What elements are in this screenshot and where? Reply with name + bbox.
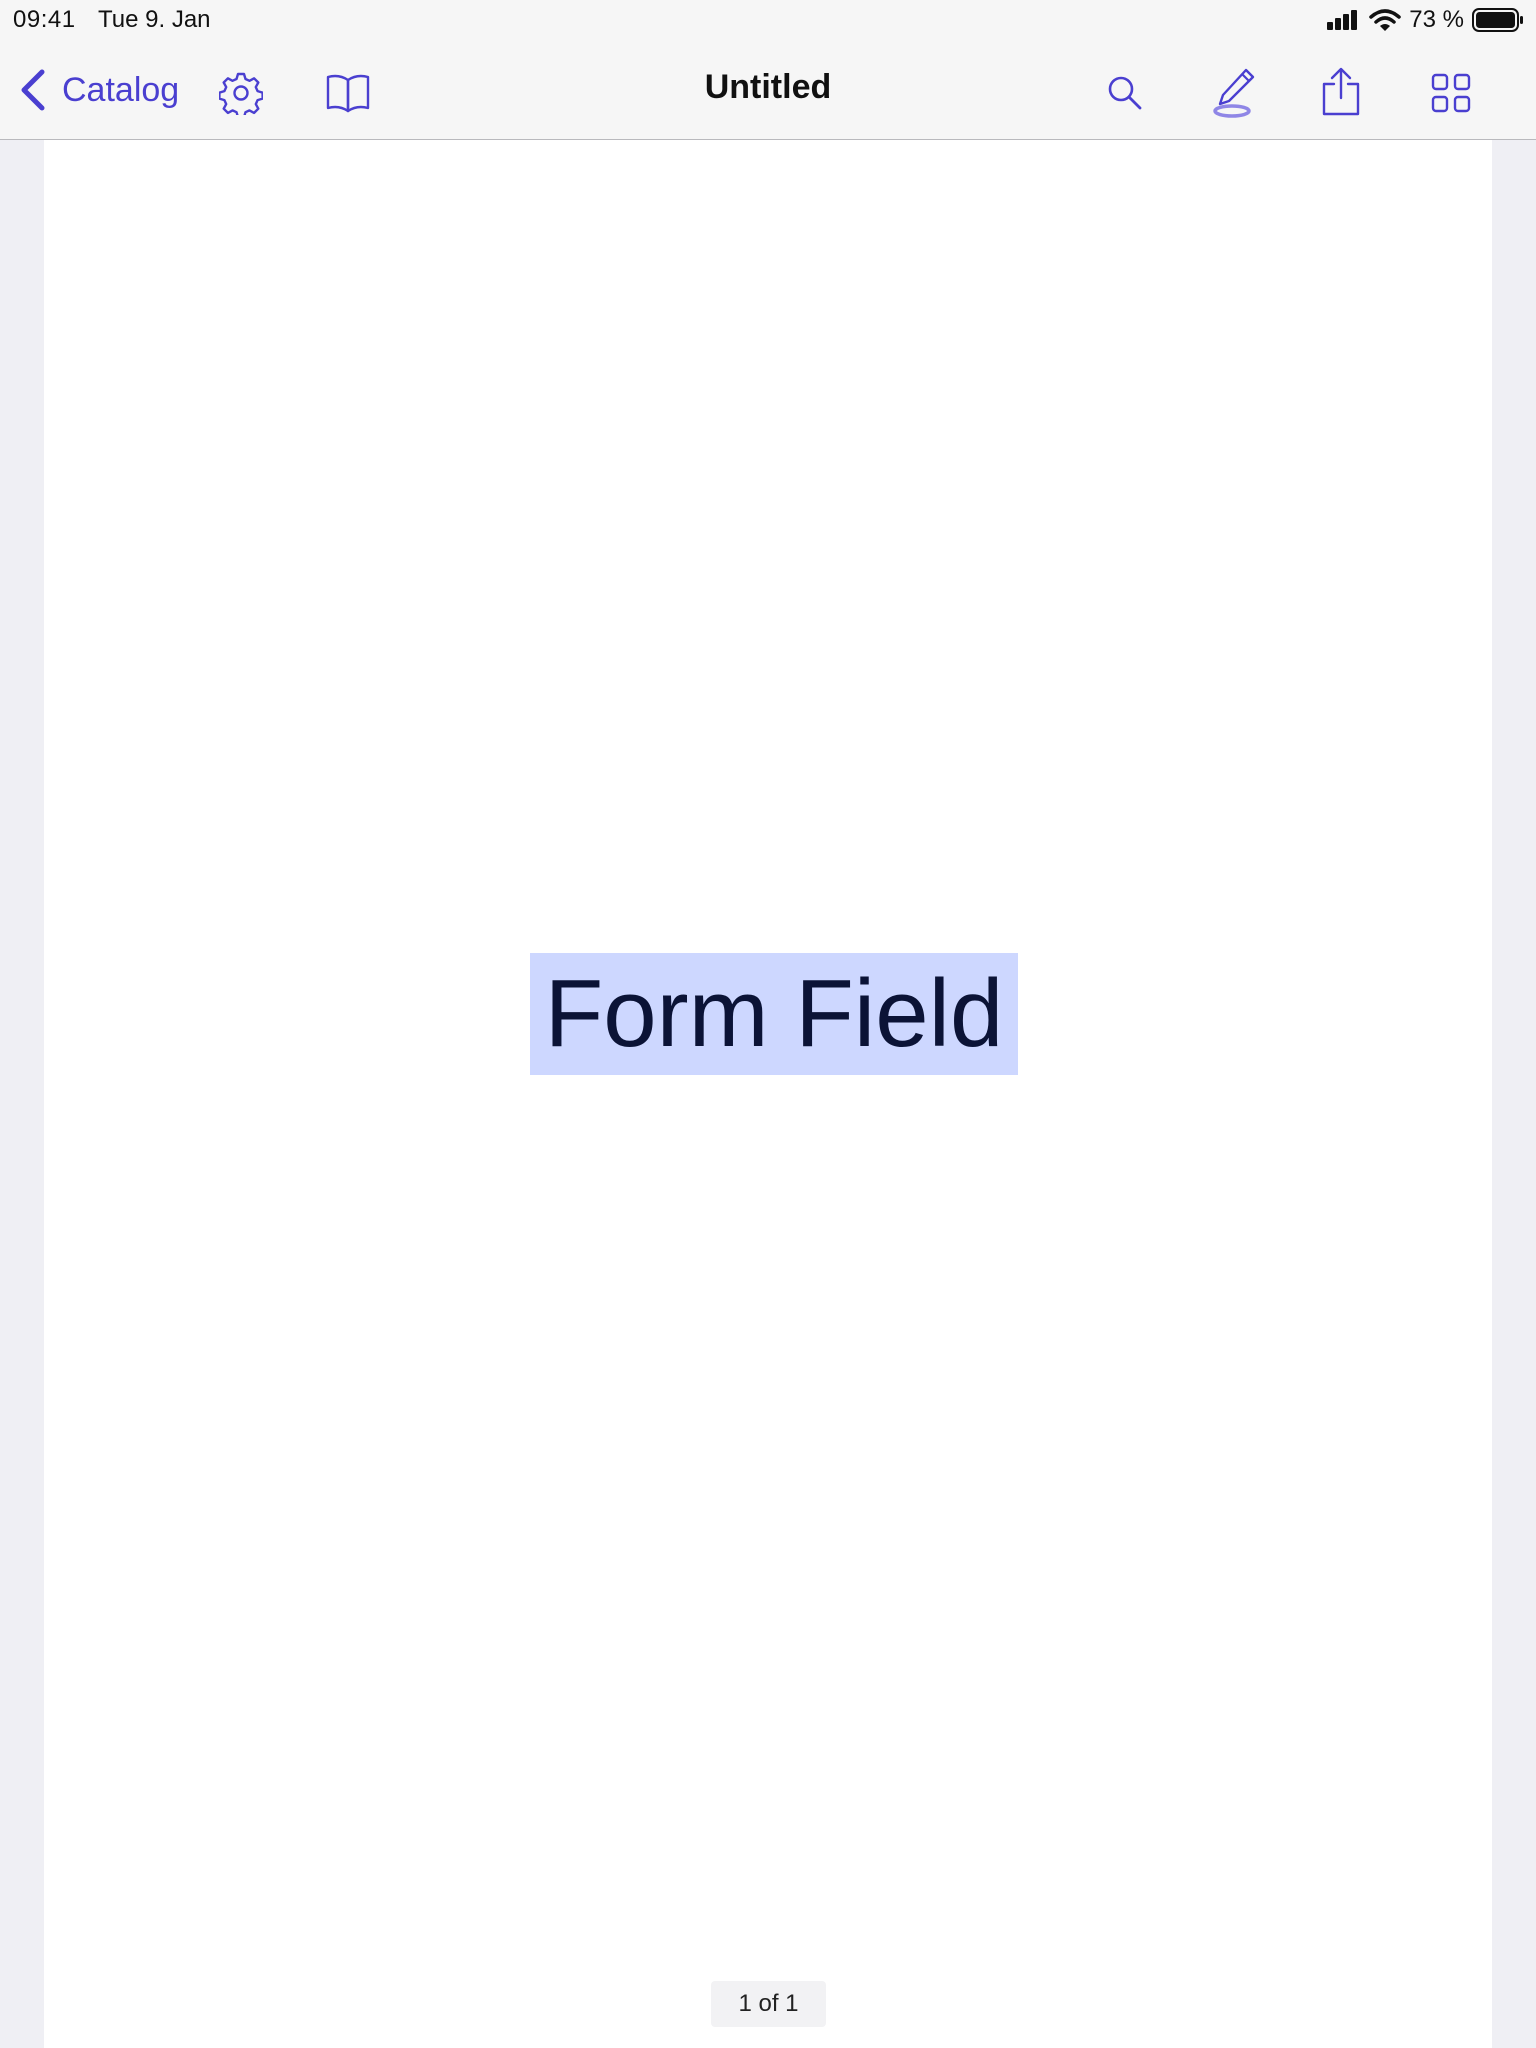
- back-button-label: Catalog: [62, 70, 180, 109]
- status-date: Tue 9. Jan: [98, 6, 211, 33]
- navigation-bar: Catalog Untitled: [0, 40, 1536, 140]
- battery-percent: 73 %: [1409, 6, 1464, 33]
- status-bar: 09:41 Tue 9. Jan 73 %: [0, 0, 1536, 40]
- thumbnails-button[interactable]: [1424, 66, 1478, 120]
- screen: 09:41 Tue 9. Jan 73 % Catalog Untitled F…: [0, 0, 1536, 2048]
- annotation-button[interactable]: [1208, 64, 1262, 122]
- pen-icon: [1213, 68, 1255, 118]
- status-time: 09:41: [13, 6, 76, 33]
- grid-icon: [1431, 73, 1471, 113]
- cellular-signal-icon: [1327, 10, 1358, 30]
- document-page: Form Field: [44, 140, 1492, 2048]
- wifi-icon: [1369, 9, 1402, 31]
- share-icon: [1322, 67, 1360, 116]
- battery-icon: [1472, 8, 1523, 32]
- chevron-left-icon: [21, 69, 45, 111]
- back-button[interactable]: Catalog: [18, 64, 179, 116]
- search-icon: [1108, 76, 1142, 110]
- book-icon: [326, 74, 370, 113]
- status-indicators: 73 %: [1325, 5, 1524, 35]
- gear-icon: [219, 72, 263, 115]
- share-button[interactable]: [1314, 62, 1368, 122]
- form-field[interactable]: Form Field: [530, 953, 1018, 1075]
- settings-button[interactable]: [214, 66, 268, 120]
- search-button[interactable]: [1100, 66, 1150, 120]
- outline-button[interactable]: [320, 66, 376, 120]
- page-indicator: 1 of 1: [711, 1981, 826, 2027]
